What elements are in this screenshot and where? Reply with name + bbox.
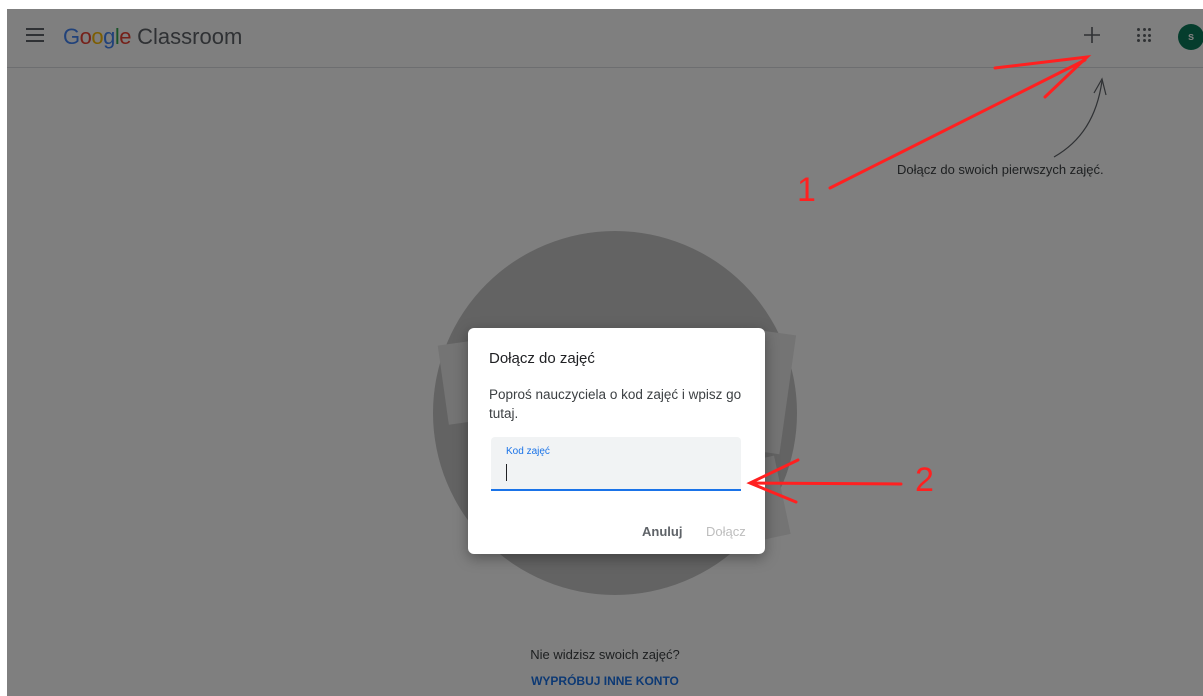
annotation-label-2: 2 (915, 461, 934, 499)
annotation-arrowhead-2 (746, 458, 800, 504)
annotation-arrow-1 (828, 58, 1087, 190)
annotation-layer: 1 2 (746, 54, 1092, 504)
annotation-label-1: 1 (797, 171, 816, 209)
annotation-arrowhead-1 (993, 54, 1092, 99)
annotation-arrow-2 (750, 481, 903, 486)
